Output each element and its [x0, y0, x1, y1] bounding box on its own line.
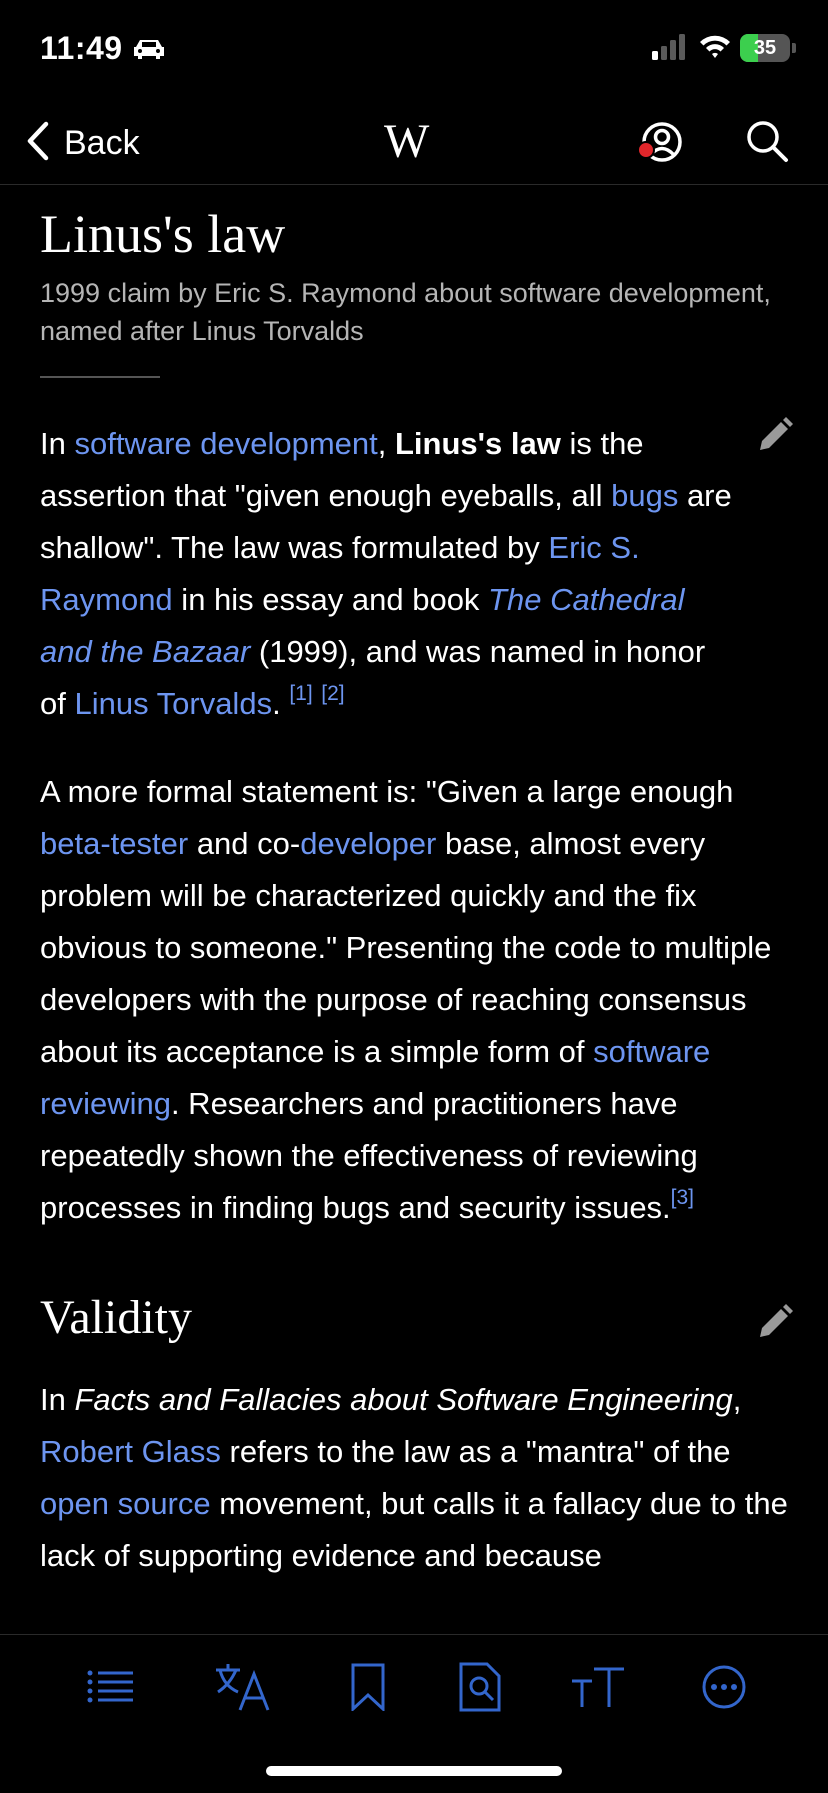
- text: refers to the law as a "mantra" of the: [220, 1434, 731, 1469]
- link-beta-tester[interactable]: beta-tester: [40, 826, 188, 861]
- edit-pencil-icon[interactable]: [754, 1298, 794, 1358]
- bold-term: Linus's law: [394, 426, 561, 461]
- title-divider: [40, 376, 160, 378]
- link-bugs[interactable]: bugs: [611, 478, 678, 513]
- text: ,: [732, 1382, 742, 1417]
- account-icon[interactable]: [636, 120, 686, 171]
- reference-2[interactable]: [2]: [321, 682, 344, 705]
- wikipedia-logo[interactable]: W: [384, 114, 429, 169]
- language-icon[interactable]: [212, 1655, 276, 1719]
- contents-icon[interactable]: [78, 1655, 142, 1719]
- back-label: Back: [64, 124, 140, 162]
- link-software-development[interactable]: software development: [74, 426, 377, 461]
- link-open-source[interactable]: open source: [40, 1486, 211, 1521]
- wifi-icon: [698, 32, 732, 65]
- link-robert-glass[interactable]: Robert Glass: [40, 1434, 221, 1469]
- battery-indicator: 35: [740, 34, 790, 62]
- formal-statement-paragraph: A more formal statement is: "Given a lar…: [40, 766, 792, 1238]
- text: in his essay and book: [172, 582, 489, 617]
- battery-cap: [792, 43, 796, 53]
- text: .: [272, 686, 290, 721]
- text: In: [40, 426, 75, 461]
- italic-title: Facts and Fallacies about Software Engin…: [74, 1382, 733, 1417]
- status-bar: 11:49 35: [0, 0, 828, 100]
- link-developer[interactable]: developer: [300, 826, 436, 861]
- text: and co-: [188, 826, 301, 861]
- more-icon[interactable]: [692, 1655, 756, 1719]
- search-icon[interactable]: [744, 118, 790, 169]
- battery-percentage: 35: [753, 37, 777, 59]
- article-content: Linus's law 1999 claim by Eric S. Raymon…: [40, 184, 794, 1582]
- reference-3[interactable]: [3]: [671, 1186, 694, 1209]
- bookmark-icon[interactable]: [336, 1655, 400, 1719]
- lead-paragraph: In software development, Linus's law is …: [40, 416, 794, 734]
- status-time: 11:49: [40, 30, 123, 66]
- text: ,: [377, 426, 395, 461]
- reference-1[interactable]: [1]: [289, 682, 312, 705]
- edit-pencil-icon[interactable]: [754, 416, 794, 472]
- validity-paragraph: In Facts and Fallacies about Software En…: [40, 1374, 792, 1582]
- back-button[interactable]: Back: [24, 120, 140, 167]
- section-heading-validity: Validity: [40, 1288, 793, 1348]
- cellular-signal-icon: [652, 34, 688, 65]
- text: In: [40, 1382, 75, 1417]
- text: A more formal statement is: "Given a lar…: [40, 774, 734, 809]
- article-title: Linus's law: [40, 204, 286, 264]
- text-size-icon[interactable]: [566, 1655, 630, 1719]
- car-icon: [132, 38, 166, 65]
- home-indicator[interactable]: [266, 1766, 562, 1776]
- article-description: 1999 claim by Eric S. Raymond about soft…: [40, 278, 771, 346]
- link-linus-torvalds[interactable]: Linus Torvalds: [74, 686, 272, 721]
- text: base, almost every problem will be chara…: [40, 826, 772, 1069]
- chevron-left-icon: [24, 120, 50, 167]
- navigation-bar: Back W: [0, 100, 828, 185]
- section-heading-text: Validity: [40, 1291, 192, 1344]
- find-in-page-icon[interactable]: [448, 1655, 512, 1719]
